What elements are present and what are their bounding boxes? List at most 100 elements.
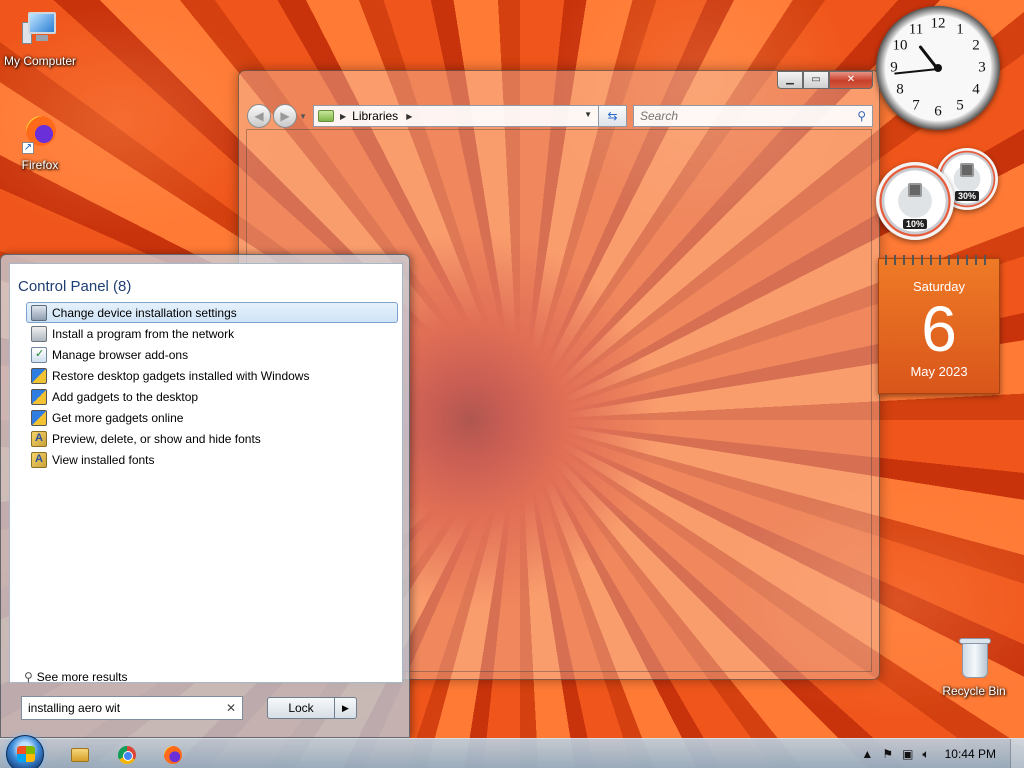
gadgets-icon [31,388,47,405]
calendar-day-number: 6 [921,293,957,365]
clock-numeral: 5 [956,97,964,114]
clock-numeral: 2 [972,37,980,54]
action-center-flag-icon[interactable]: ⚑ [882,747,893,761]
recent-pages-dropdown[interactable]: ▼ [299,112,309,121]
clock-numeral: 12 [930,15,946,32]
memory-meter-value: 30% [954,191,980,202]
close-button[interactable]: ✕ [829,71,873,89]
show-desktop-button[interactable] [1010,739,1024,768]
result-label: Preview, delete, or show and hide fonts [52,431,261,446]
back-button[interactable]: ◀ [247,104,271,128]
maximize-button[interactable]: ▭ [803,71,829,89]
clock-numeral: 11 [908,21,924,38]
clock-center [934,64,942,72]
chrome-icon [118,746,136,764]
results-list: Change device installation settings Inst… [26,302,398,470]
result-item-preview-delete-show-hide-fonts[interactable]: Preview, delete, or show and hide fonts [26,428,398,449]
desktop-icon-firefox[interactable]: ↗ Firefox [0,112,80,172]
result-label: Install a program from the network [52,326,235,341]
clock-numeral: 1 [956,21,964,38]
result-label: Manage browser add-ons [52,347,189,362]
taskbar-windows-explorer[interactable] [60,742,100,768]
address-dropdown-icon[interactable]: ▼ [584,110,592,119]
caption-buttons: ▁ ▭ ✕ [777,71,873,89]
network-icon[interactable]: ▣ [902,747,913,761]
back-arrow-icon: ◀ [254,109,264,123]
show-hidden-icons-button[interactable]: ▲ [861,747,873,761]
explorer-search-input[interactable] [640,109,830,123]
cpu-meter-value: 10% [902,219,928,230]
fonts-icon [31,430,47,447]
clock-numeral: 7 [912,97,920,114]
start-search-input[interactable] [28,701,218,715]
cpu-meter-gadget[interactable]: 10% [876,162,954,240]
breadcrumb-chevron-icon[interactable]: ▶ [340,112,346,121]
navigation-bar: ◀ ▶ ▼ ▶ Libraries ▶ ▼ ⇆ ⚲ [247,103,873,129]
power-options-arrow-button[interactable]: ▶ [335,697,357,719]
result-item-change-device-installation-settings[interactable]: Change device installation settings [26,302,398,323]
result-item-add-gadgets-to-desktop[interactable]: Add gadgets to the desktop [26,386,398,407]
start-menu[interactable]: Control Panel (8) Change device installa… [0,254,410,738]
result-label: Get more gadgets online [52,410,184,425]
start-search-box[interactable]: ✕ [21,696,243,720]
gadgets-icon [31,409,47,426]
desktop-icon-my-computer[interactable]: My Computer [0,8,80,68]
taskbar-chrome[interactable] [107,742,147,768]
windows-explorer-icon [71,748,89,762]
calendar-rings [885,255,993,265]
clear-search-icon[interactable]: ✕ [226,701,236,715]
desktop-icon-label: My Computer [3,54,77,68]
taskbar: ▲ ⚑ ▣ 🔈︎ 10:44 PM [0,735,1024,768]
clock-minute-hand [894,68,939,75]
result-label: View installed fonts [52,452,155,467]
clock-numeral: 8 [896,81,904,98]
clock-numeral: 4 [972,81,980,98]
clock-gadget[interactable]: 12 1 2 3 4 5 6 7 8 9 10 11 [876,6,1000,130]
address-bar[interactable]: ▶ Libraries ▶ ▼ [313,105,599,127]
result-item-manage-browser-add-ons[interactable]: Manage browser add-ons [26,344,398,365]
search-icon: ⚲ [24,670,33,684]
result-label: Add gadgets to the desktop [52,389,199,404]
minimize-button[interactable]: ▁ [777,71,803,89]
recycle-bin-icon [954,636,994,682]
calendar-weekday: Saturday [912,279,966,294]
lock-button[interactable]: Lock [267,697,335,719]
result-item-restore-desktop-gadgets[interactable]: Restore desktop gadgets installed with W… [26,365,398,386]
firefox-icon [164,746,182,764]
breadcrumb-chevron-icon[interactable]: ▶ [406,112,412,121]
see-more-results-link[interactable]: ⚲ See more results [24,670,128,684]
cpu-chip-icon [908,183,922,198]
breadcrumb-libraries[interactable]: Libraries [352,109,398,123]
gadgets-icon [31,367,47,384]
browser-addons-icon [31,346,47,363]
taskbar-firefox[interactable] [153,742,193,768]
refresh-button[interactable]: ⇆ [599,105,627,127]
desktop-icon-label: Firefox [21,158,59,172]
search-icon[interactable]: ⚲ [857,109,866,123]
desktop-icon-recycle-bin[interactable]: Recycle Bin [934,636,1014,698]
windows-logo-icon [17,746,35,762]
see-more-label: See more results [36,670,128,684]
forward-arrow-icon: ▶ [280,109,290,123]
forward-button[interactable]: ▶ [273,104,297,128]
clock-numeral: 6 [934,103,942,120]
taskbar-clock[interactable]: 10:44 PM [945,747,996,761]
refresh-icon: ⇆ [607,109,618,123]
network-install-icon [31,325,47,342]
calendar-gadget[interactable]: Saturday 6 May 2023 [878,255,1000,394]
clock-numeral: 10 [892,37,908,54]
result-label: Change device installation settings [52,305,237,320]
desktop-icon-label: Recycle Bin [942,684,1006,698]
firefox-icon: ↗ [20,112,60,156]
notification-area: ▲ ⚑ ▣ 🔈︎ 10:44 PM [861,739,1024,768]
result-item-view-installed-fonts[interactable]: View installed fonts [26,449,398,470]
volume-icon[interactable]: 🔈︎ [922,747,929,762]
result-item-get-more-gadgets-online[interactable]: Get more gadgets online [26,407,398,428]
start-button[interactable] [6,735,44,768]
result-item-install-program-from-network[interactable]: Install a program from the network [26,323,398,344]
my-computer-icon [20,8,60,52]
device-settings-icon [31,304,47,321]
clock-numeral: 3 [978,59,986,76]
explorer-search-box[interactable]: ⚲ [633,105,873,127]
results-section-title[interactable]: Control Panel (8) [18,278,131,295]
